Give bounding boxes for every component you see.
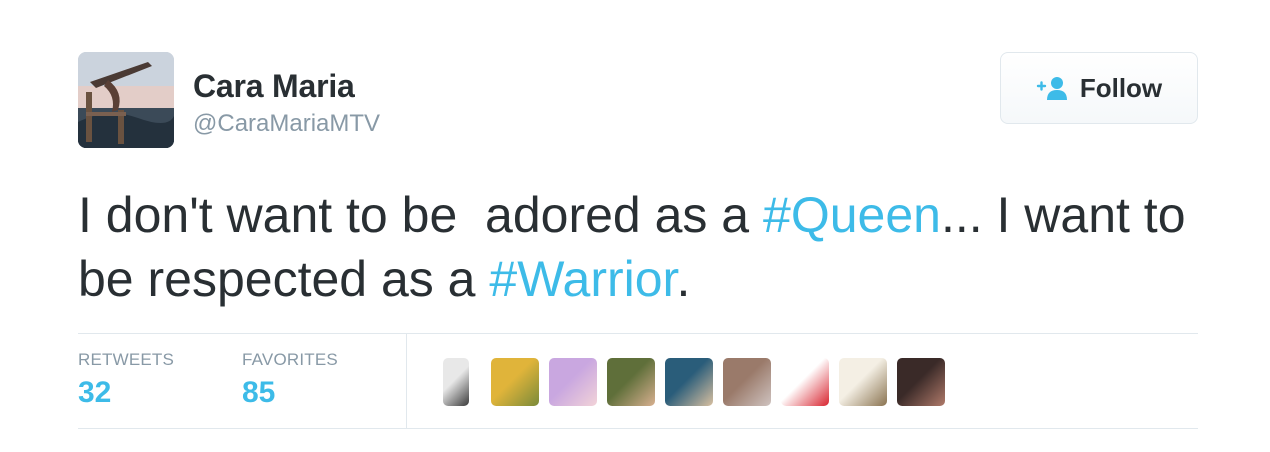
favoriter-avatar[interactable] — [443, 358, 469, 406]
favoriter-avatar[interactable] — [549, 358, 597, 406]
favorites-stat[interactable]: FAVORITES 85 — [242, 350, 338, 410]
favoriter-avatar[interactable] — [839, 358, 887, 406]
stats-vertical-divider — [406, 334, 407, 428]
stats-top-divider — [78, 333, 1198, 334]
favorites-count: 85 — [242, 376, 276, 409]
retweets-stat[interactable]: RETWEETS 32 — [78, 350, 174, 410]
retweets-count: 32 — [78, 376, 112, 409]
favoriter-avatar[interactable] — [723, 358, 771, 406]
tweet-text-segment: I don't want to be adored as a — [78, 187, 764, 243]
avatar-photo — [78, 52, 174, 148]
tweet-text: I don't want to be adored as a #Queen...… — [78, 183, 1198, 311]
hashtag-link-warrior[interactable]: #Warrior — [489, 251, 676, 307]
tweet-text-segment: . — [676, 251, 691, 307]
author-display-name[interactable]: Cara Maria — [193, 68, 355, 105]
favoriter-avatar[interactable] — [781, 358, 829, 406]
favoriter-avatar[interactable] — [491, 358, 539, 406]
stats-bottom-divider — [78, 428, 1198, 429]
author-screen-name[interactable]: @CaraMariaMTV — [193, 110, 380, 138]
follow-button-label: Follow — [1079, 72, 1163, 103]
favoriter-avatar[interactable] — [665, 358, 713, 406]
favoriter-avatar[interactable] — [897, 358, 945, 406]
hashtag-link-queen[interactable]: #Queen — [763, 187, 941, 243]
author-avatar[interactable] — [78, 52, 174, 148]
add-user-icon — [1036, 77, 1067, 100]
retweets-label: RETWEETS — [78, 350, 175, 369]
follow-button[interactable]: Follow — [1000, 52, 1198, 124]
favoriter-avatar[interactable] — [607, 358, 655, 406]
favorites-label: FAVORITES — [242, 350, 338, 369]
